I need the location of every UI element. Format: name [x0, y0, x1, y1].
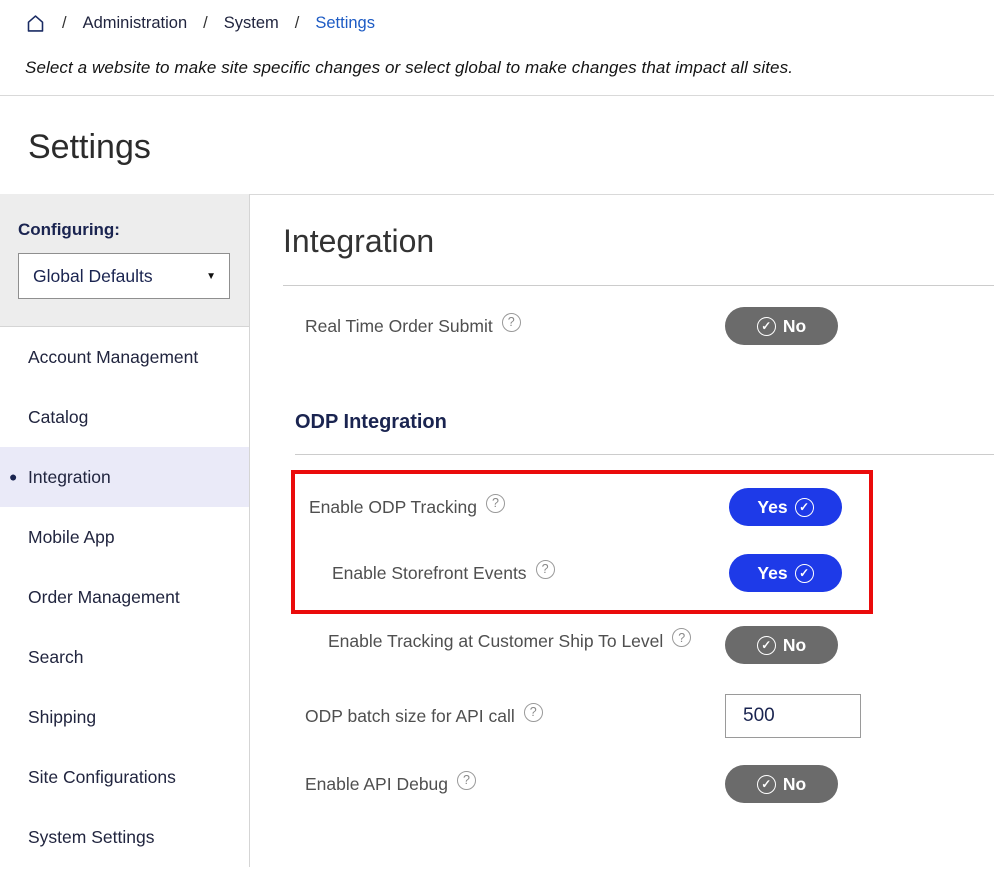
page-title: Settings	[0, 96, 994, 194]
check-circle-icon: ✓	[757, 636, 776, 655]
breadcrumb-separator: /	[295, 14, 300, 33]
breadcrumb-separator: /	[203, 14, 208, 33]
enable-storefront-events-toggle[interactable]: ✓ Yes	[729, 554, 842, 592]
breadcrumb-system[interactable]: System	[224, 14, 279, 33]
sidebar-item-label: Account Management	[28, 347, 198, 368]
breadcrumb: / Administration / System / Settings	[0, 0, 994, 34]
check-circle-icon: ✓	[795, 564, 814, 583]
setting-label: Enable API Debug	[305, 774, 448, 795]
help-icon[interactable]: ?	[672, 628, 691, 647]
odp-section-heading: ODP Integration	[295, 411, 994, 434]
sidebar-item-site-configurations[interactable]: Site Configurations	[0, 747, 249, 807]
setting-row-real-time-order-submit: Real Time Order Submit ? ✓ No	[283, 307, 994, 345]
enable-odp-tracking-toggle[interactable]: ✓ Yes	[729, 488, 842, 526]
sidebar-item-integration[interactable]: ● Integration	[0, 447, 249, 507]
toggle-label: No	[783, 774, 806, 795]
help-icon[interactable]: ?	[502, 313, 521, 332]
help-icon[interactable]: ?	[457, 771, 476, 790]
breadcrumb-settings[interactable]: Settings	[315, 14, 375, 33]
setting-label: Enable ODP Tracking	[309, 497, 477, 518]
sidebar-item-label: System Settings	[28, 827, 154, 848]
help-icon[interactable]: ?	[486, 494, 505, 513]
sidebar-item-system-settings[interactable]: System Settings	[0, 807, 249, 867]
real-time-order-submit-toggle[interactable]: ✓ No	[725, 307, 838, 345]
sidebar-item-mobile-app[interactable]: Mobile App	[0, 507, 249, 567]
settings-sidebar: Configuring: Global Defaults ▼ Account M…	[0, 194, 250, 867]
sidebar-item-shipping[interactable]: Shipping	[0, 687, 249, 747]
settings-layout: Configuring: Global Defaults ▼ Account M…	[0, 194, 994, 867]
setting-label: Real Time Order Submit	[305, 316, 493, 337]
home-icon[interactable]	[25, 13, 46, 34]
caret-down-icon: ▼	[206, 271, 216, 282]
configuring-panel: Configuring: Global Defaults ▼	[0, 194, 249, 327]
setting-label: ODP batch size for API call	[305, 706, 515, 727]
sidebar-item-label: Catalog	[28, 407, 88, 428]
section-divider	[283, 285, 994, 286]
section-title: Integration	[283, 221, 994, 261]
help-icon[interactable]: ?	[524, 703, 543, 722]
breadcrumb-administration[interactable]: Administration	[83, 14, 188, 33]
sidebar-item-label: Mobile App	[28, 527, 115, 548]
enable-api-debug-toggle[interactable]: ✓ No	[725, 765, 838, 803]
toggle-label: No	[783, 635, 806, 656]
toggle-label: Yes	[757, 497, 787, 518]
sidebar-item-label: Site Configurations	[28, 767, 176, 788]
sidebar-item-catalog[interactable]: Catalog	[0, 387, 249, 447]
enable-tracking-ship-to-toggle[interactable]: ✓ No	[725, 626, 838, 664]
scope-select[interactable]: Global Defaults ▼	[18, 253, 230, 299]
configuring-label: Configuring:	[18, 220, 231, 240]
setting-row-odp-batch-size: ODP batch size for API call ?	[283, 694, 994, 738]
help-icon[interactable]: ?	[536, 560, 555, 579]
selected-bullet-icon: ●	[9, 468, 17, 484]
setting-row-enable-storefront-events: Enable Storefront Events ? ✓ Yes	[309, 554, 869, 592]
toggle-label: No	[783, 316, 806, 337]
integration-settings-panel: Integration Real Time Order Submit ? ✓ N…	[250, 194, 994, 867]
check-circle-icon: ✓	[795, 498, 814, 517]
setting-label: Enable Tracking at Customer Ship To Leve…	[328, 626, 663, 656]
setting-row-enable-tracking-ship-to: Enable Tracking at Customer Ship To Leve…	[283, 626, 994, 664]
sidebar-item-search[interactable]: Search	[0, 627, 249, 687]
settings-nav: Account Management Catalog ● Integration…	[0, 327, 249, 867]
check-circle-icon: ✓	[757, 317, 776, 336]
check-circle-icon: ✓	[757, 775, 776, 794]
setting-row-enable-api-debug: Enable API Debug ? ✓ No	[283, 765, 994, 803]
scope-select-value: Global Defaults	[33, 266, 153, 287]
sidebar-item-label: Shipping	[28, 707, 96, 728]
breadcrumb-separator: /	[62, 14, 67, 33]
sidebar-item-label: Order Management	[28, 587, 180, 608]
odp-batch-size-input[interactable]	[725, 694, 861, 738]
sidebar-item-order-management[interactable]: Order Management	[0, 567, 249, 627]
setting-row-enable-odp-tracking: Enable ODP Tracking ? ✓ Yes	[309, 488, 869, 526]
sidebar-item-label: Search	[28, 647, 83, 668]
toggle-label: Yes	[757, 563, 787, 584]
setting-label: Enable Storefront Events	[332, 563, 527, 584]
sidebar-item-label: Integration	[28, 467, 111, 488]
odp-section-divider	[295, 454, 994, 455]
highlight-annotation-box: Enable ODP Tracking ? ✓ Yes Enable Store…	[291, 470, 873, 614]
sidebar-item-account-management[interactable]: Account Management	[0, 327, 249, 387]
scope-instruction-note: Select a website to make site specific c…	[25, 58, 994, 78]
